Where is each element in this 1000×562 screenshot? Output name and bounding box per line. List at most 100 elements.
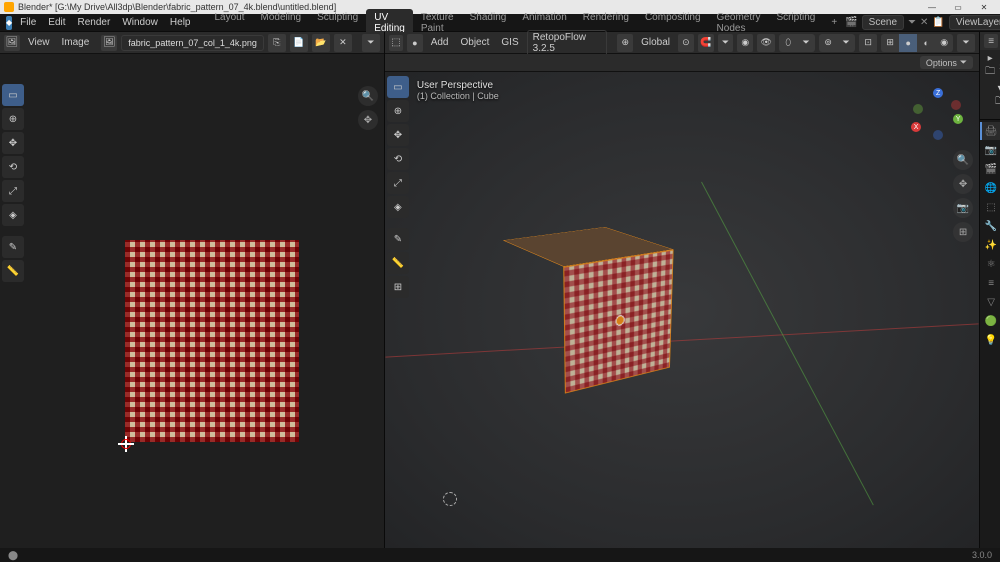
image-browse-icon[interactable]: 🖼 [101,35,117,51]
properties-tab-10[interactable]: 🟢 [980,312,1000,330]
viewlayer-dropdown[interactable]: ViewLayer [949,15,1000,30]
properties-tab-11[interactable]: 💡 [980,331,1000,349]
cursor-tool-button[interactable]: ⊕ [387,100,409,122]
shading-solid-button[interactable]: ● [899,34,917,52]
menu-help[interactable]: Help [164,15,197,30]
uv-menu-image[interactable]: Image [58,35,94,50]
menu-render[interactable]: Render [72,15,117,30]
viewport-editortype-dropdown[interactable]: ⬚ [389,35,403,51]
scale-tool-button[interactable]: ⤢ [2,180,24,202]
editor-type-dropdown[interactable]: 🖼 [4,35,20,51]
overlays-visibility-button[interactable]: 👁 [757,34,775,52]
select-box-tool-button[interactable]: ▭ [2,84,24,106]
properties-tab-2[interactable]: 🎬 [980,160,1000,178]
image-unlink-button[interactable]: ✕ [334,34,352,52]
gizmo-z-axis[interactable]: Z [933,88,943,98]
snap-type-dropdown[interactable]: ⏷ [718,34,734,52]
scale-tool-button[interactable]: ⤢ [387,172,409,194]
gizmo-toggle[interactable]: ⬯ [779,34,797,52]
properties-tab-0[interactable]: 🖨 [980,122,1000,140]
annotate-tool-button[interactable]: ✎ [387,228,409,250]
gizmo-x-axis[interactable]: X [911,122,921,132]
tree-collection[interactable]: ▾🗀 Collection ☑👁📷 [980,82,1000,112]
scene-remove-button[interactable]: ✕ [920,17,928,28]
status-record-icon[interactable]: ⬤ [8,550,18,561]
properties-tab-6[interactable]: ✨ [980,236,1000,254]
shading-matprev-button[interactable]: ◐ [917,34,935,52]
gizmo-menu[interactable]: ⏷ [797,34,815,52]
uv-zoom-icon[interactable]: 🔍 [358,86,378,106]
nav-gizmo[interactable]: Z Y X [909,86,965,142]
shading-options-dropdown[interactable]: ⏷ [957,34,975,52]
scene-new-button[interactable]: ⏷ [908,17,916,28]
measure-tool-button[interactable]: 📏 [2,260,24,282]
window-minimize-button[interactable]: — [920,0,944,14]
gizmo-neg-y-axis[interactable] [913,104,923,114]
pivot-dropdown[interactable]: ⊙ [678,34,694,52]
gizmo-neg-z-axis[interactable] [933,130,943,140]
orientation-icon[interactable]: ⊕ [617,34,633,52]
move-tool-button[interactable]: ✥ [2,132,24,154]
select-box-tool-button[interactable]: ▭ [387,76,409,98]
rotate-tool-button[interactable]: ⟲ [2,156,24,178]
vp-menu-gis[interactable]: GIS [497,35,522,50]
rotate-tool-button[interactable]: ⟲ [387,148,409,170]
overlay-menu[interactable]: ⏷ [837,34,855,52]
tree-scene-collection[interactable]: ▸🗀 Scene Collection [980,52,1000,82]
shading-wireframe-button[interactable]: ⊞ [881,34,899,52]
properties-tab-1[interactable]: 📷 [980,141,1000,159]
image-link-button[interactable]: ⎘ [268,34,286,52]
window-close-button[interactable]: ✕ [972,0,996,14]
properties-tab-4[interactable]: ⬚ [980,198,1000,216]
properties-tab-8[interactable]: ≡ [980,274,1000,292]
snap-toggle[interactable]: 🧲 [698,34,714,52]
viewport-canvas[interactable]: ▭⊕✥⟲⤢◈✎📏⊞ User Perspective (1) Collectio… [385,72,979,548]
menu-window[interactable]: Window [116,15,164,30]
vp-menu-add[interactable]: Add [427,35,453,50]
scene-dropdown[interactable]: Scene [862,15,904,30]
vp-menu-object[interactable]: Object [457,35,494,50]
gizmo-y-axis[interactable]: Y [953,114,963,124]
uv-display-dropdown[interactable]: ⏷ [362,34,380,52]
uv-canvas[interactable]: ▭⊕✥⟲⤢◈✎📏 🔍 ✥ [0,54,384,548]
cube-mesh[interactable] [531,235,653,391]
xray-toggle[interactable]: ⊡ [859,34,877,52]
object-mode-dropdown[interactable]: ● [407,34,423,52]
nav-persp-icon[interactable]: ⊞ [953,222,973,242]
transform-tool-button[interactable]: ◈ [387,196,409,218]
add-primitive-tool-button[interactable]: ⊞ [387,276,409,298]
properties-tab-3[interactable]: 🌐 [980,179,1000,197]
image-filename-field[interactable]: fabric_pattern_07_col_1_4k.png [121,35,264,51]
nav-camera-icon[interactable]: 📷 [953,198,973,218]
viewport-options-button[interactable]: Options ⏷ [920,56,973,69]
menu-edit[interactable]: Edit [42,15,71,30]
image-open-button[interactable]: 📂 [312,34,330,52]
gizmo-neg-x-axis[interactable] [951,100,961,110]
tree-item-camera[interactable]: 📷Camera👁📷 [980,112,1000,119]
viewlayer-icon[interactable]: 📋 [932,17,944,28]
transform-tool-button[interactable]: ◈ [2,204,24,226]
properties-tab-5[interactable]: 🔧 [980,217,1000,235]
nav-pan-icon[interactable]: ✥ [953,174,973,194]
shading-rendered-button[interactable]: ◉ [935,34,953,52]
uv-menu-view[interactable]: View [24,35,54,50]
measure-tool-button[interactable]: 📏 [387,252,409,274]
nav-zoom-icon[interactable]: 🔍 [953,150,973,170]
menu-file[interactable]: File [14,15,42,30]
annotate-tool-button[interactable]: ✎ [2,236,24,258]
scene-chooser-icon[interactable]: 🎬 [845,17,857,28]
properties-tab-7[interactable]: ⚛ [980,255,1000,273]
proportional-toggle[interactable]: ◉ [737,34,753,52]
outliner-editortype-dropdown[interactable]: ≡ [984,34,998,48]
window-maximize-button[interactable]: ▭ [946,0,970,14]
retopoflow-button[interactable]: RetopoFlow 3.2.5 [527,30,608,56]
move-tool-button[interactable]: ✥ [387,124,409,146]
orientation-dropdown[interactable]: Global [637,35,674,50]
image-new-button[interactable]: 📄 [290,34,308,52]
lamp-gizmo-icon[interactable] [443,492,457,506]
uv-pan-icon[interactable]: ✥ [358,110,378,130]
overlay-toggle[interactable]: ⊚ [819,34,837,52]
properties-tab-9[interactable]: ▽ [980,293,1000,311]
blender-logo-icon[interactable]: ◆ [6,16,12,30]
workspace-add-button[interactable]: + [825,14,843,31]
